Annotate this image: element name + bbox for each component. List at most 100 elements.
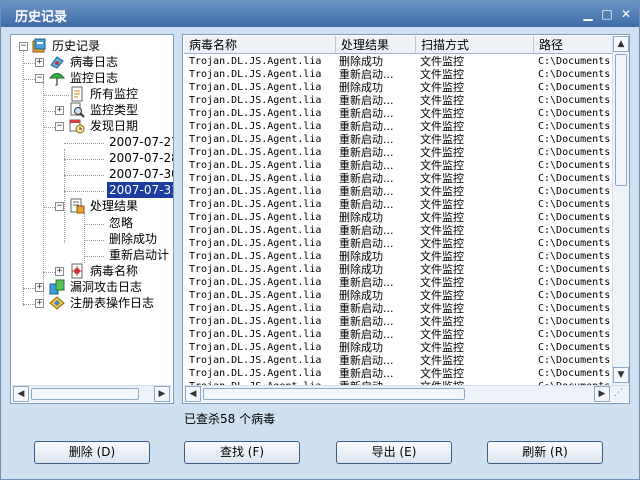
table-row[interactable]: Trojan.DL.JS.Agent.lia 重新启动... 文件监控 C:\Docu… bbox=[184, 328, 612, 341]
tree-node-date[interactable]: 2007-07-28 bbox=[11, 150, 173, 166]
table-row[interactable]: Trojan.DL.JS.Agent.lia 重新启动... 文件监控 C:\Docu… bbox=[184, 302, 612, 315]
tree-node-exploit-log[interactable]: + 漏洞攻击日志 bbox=[11, 279, 171, 295]
tree-node-found-date[interactable]: − 发现日期 bbox=[11, 118, 171, 134]
tree-horizontal-scrollbar[interactable]: ◀ ▶ bbox=[12, 385, 172, 402]
scroll-left-icon[interactable]: ◀ bbox=[13, 386, 29, 402]
table-row[interactable]: Trojan.DL.JS.Agent.lia 重新启动... 文件监控 C:\Docu… bbox=[184, 68, 612, 81]
column-header-path[interactable]: 路径 bbox=[534, 36, 612, 54]
find-button[interactable]: 查找 (F) bbox=[184, 441, 300, 464]
column-header-result[interactable]: 处理结果 bbox=[336, 36, 416, 54]
table-row[interactable]: Trojan.DL.JS.Agent.lia 删除成功 文件监控 C:\Documen… bbox=[184, 289, 612, 302]
cell-scan-method: 文件监控 bbox=[420, 107, 464, 120]
collapse-icon[interactable]: − bbox=[55, 202, 64, 211]
tree-node-date[interactable]: 2007-07-27 bbox=[11, 134, 173, 150]
scroll-up-icon[interactable]: ▲ bbox=[613, 36, 629, 52]
collapse-icon[interactable]: − bbox=[55, 122, 64, 131]
cell-result: 删除成功 bbox=[339, 211, 383, 224]
scroll-right-icon[interactable]: ▶ bbox=[594, 386, 610, 402]
table-row[interactable]: Trojan.DL.JS.Agent.lia 删除成功 文件监控 C:\Documen… bbox=[184, 211, 612, 224]
cell-virus-name: Trojan.DL.JS.Agent.lia bbox=[189, 290, 322, 301]
tree-node-monitor-type[interactable]: + 监控类型 bbox=[11, 102, 171, 118]
table-row[interactable]: Trojan.DL.JS.Agent.lia 重新启动... 文件监控 C:\Docu… bbox=[184, 276, 612, 289]
tree-node-result-item[interactable]: 删除成功 bbox=[11, 231, 171, 247]
expand-icon[interactable]: + bbox=[55, 267, 64, 276]
scroll-left-icon[interactable]: ◀ bbox=[185, 386, 201, 402]
scroll-right-icon[interactable]: ▶ bbox=[154, 386, 170, 402]
history-tree[interactable]: − 历史记录 + 病毒日志 − 监控日志 所有监控 + 监控类型 − 发现日期 … bbox=[10, 34, 174, 404]
tree-node-result-item[interactable]: 忽略 bbox=[11, 215, 171, 231]
cell-path: C:\Documents bbox=[538, 199, 611, 210]
title-bar[interactable]: 历史记录 ▁ □ ✕ bbox=[1, 1, 639, 27]
table-row[interactable]: Trojan.DL.JS.Agent.lia 删除成功 文件监控 C:\Documen… bbox=[184, 341, 612, 354]
collapse-icon[interactable]: − bbox=[35, 74, 44, 83]
expand-icon[interactable]: + bbox=[35, 283, 44, 292]
table-row[interactable]: Trojan.DL.JS.Agent.lia 重新启动... 文件监控 C:\Docu… bbox=[184, 94, 612, 107]
cell-path: C:\Documents bbox=[538, 316, 611, 327]
scroll-down-icon[interactable]: ▼ bbox=[613, 367, 629, 383]
tree-node-all-monitor[interactable]: 所有监控 bbox=[11, 86, 171, 102]
tree-node-monitor-log[interactable]: − 监控日志 bbox=[11, 70, 171, 86]
table-row[interactable]: Trojan.DL.JS.Agent.lia 重新启动... 文件监控 C:\Docu… bbox=[184, 172, 612, 185]
table-row[interactable]: Trojan.DL.JS.Agent.lia 重新启动... 文件监控 C:\Docu… bbox=[184, 133, 612, 146]
umbrella-icon bbox=[49, 73, 65, 86]
cell-result: 重新启动... bbox=[339, 94, 394, 107]
scroll-thumb[interactable] bbox=[615, 54, 627, 186]
table-row[interactable]: Trojan.DL.JS.Agent.lia 重新启动... 文件监控 C:\Docu… bbox=[184, 159, 612, 172]
column-header-virus-name[interactable]: 病毒名称 bbox=[184, 36, 336, 54]
table-row[interactable]: Trojan.DL.JS.Agent.lia 重新启动... 文件监控 C:\Docu… bbox=[184, 367, 612, 380]
tree-node-root[interactable]: − 历史记录 bbox=[11, 38, 171, 54]
table-row[interactable]: Trojan.DL.JS.Agent.lia 删除成功 文件监控 C:\Documen… bbox=[184, 250, 612, 263]
table-row[interactable]: Trojan.DL.JS.Agent.lia 重新启动... 文件监控 C:\Docu… bbox=[184, 120, 612, 133]
table-row[interactable]: Trojan.DL.JS.Agent.lia 重新启动... 文件监控 C:\Docu… bbox=[184, 315, 612, 328]
resize-grip-icon[interactable]: ⋰ bbox=[614, 388, 626, 400]
scroll-thumb[interactable] bbox=[203, 388, 465, 400]
table-row[interactable]: Trojan.DL.JS.Agent.lia 删除成功 文件监控 C:\Documen… bbox=[184, 81, 612, 94]
export-button[interactable]: 导出 (E) bbox=[336, 441, 452, 464]
expand-icon[interactable]: + bbox=[35, 299, 44, 308]
expand-icon[interactable]: + bbox=[55, 106, 64, 115]
cell-result: 重新启动... bbox=[339, 107, 394, 120]
table-row[interactable]: Trojan.DL.JS.Agent.lia 重新启动... 文件监控 C:\Docu… bbox=[184, 224, 612, 237]
cell-path: C:\Documents bbox=[538, 212, 611, 223]
virus-list[interactable]: 病毒名称 处理结果 扫描方式 路径 Trojan.DL.JS.Agent.lia… bbox=[182, 34, 630, 404]
cell-result: 重新启动... bbox=[339, 133, 394, 146]
cell-virus-name: Trojan.DL.JS.Agent.lia bbox=[189, 238, 322, 249]
table-row[interactable]: Trojan.DL.JS.Agent.lia 删除成功 文件监控 C:\Documen… bbox=[184, 55, 612, 68]
cell-virus-name: Trojan.DL.JS.Agent.lia bbox=[189, 82, 322, 93]
tree-node-result[interactable]: − 处理结果 bbox=[11, 198, 171, 214]
table-row[interactable]: Trojan.DL.JS.Agent.lia 重新启动... 文件监控 C:\Docu… bbox=[184, 354, 612, 367]
list-vertical-scrollbar[interactable]: ▲ ▼ bbox=[612, 36, 629, 385]
table-row[interactable]: Trojan.DL.JS.Agent.lia 重新启动... 文件监控 C:\Docu… bbox=[184, 198, 612, 211]
close-button[interactable]: ✕ bbox=[618, 6, 634, 22]
cell-path: C:\Documents bbox=[538, 329, 611, 340]
table-row[interactable]: Trojan.DL.JS.Agent.lia 重新启动... 文件监控 C:\Docu… bbox=[184, 185, 612, 198]
tree-node-virus-name[interactable]: + 病毒名称 bbox=[11, 263, 171, 279]
scroll-thumb[interactable] bbox=[31, 388, 139, 400]
collapse-icon[interactable]: − bbox=[19, 42, 28, 51]
table-row[interactable]: Trojan.DL.JS.Agent.lia 重新启动... 文件监控 C:\Docu… bbox=[184, 237, 612, 250]
cell-result: 重新启动... bbox=[339, 276, 394, 289]
tree-node-date-selected[interactable]: 2007-07-31 bbox=[11, 182, 173, 198]
delete-button[interactable]: 删除 (D) bbox=[34, 441, 150, 464]
column-header-scan-method[interactable]: 扫描方式 bbox=[416, 36, 534, 54]
cell-scan-method: 文件监控 bbox=[420, 263, 464, 276]
minimize-button[interactable]: ▁ bbox=[580, 6, 596, 22]
tree-node-registry-log[interactable]: + 注册表操作日志 bbox=[11, 295, 171, 311]
tree-node-result-item[interactable]: 重新启动计 bbox=[11, 247, 171, 263]
cell-virus-name: Trojan.DL.JS.Agent.lia bbox=[189, 56, 322, 67]
cell-scan-method: 文件监控 bbox=[420, 55, 464, 68]
maximize-button[interactable]: □ bbox=[599, 6, 615, 22]
table-row[interactable]: Trojan.DL.JS.Agent.lia 重新启动... 文件监控 C:\Docu… bbox=[184, 107, 612, 120]
cell-scan-method: 文件监控 bbox=[420, 68, 464, 81]
cell-virus-name: Trojan.DL.JS.Agent.lia bbox=[189, 368, 322, 379]
tree-label-registry-log: 注册表操作日志 bbox=[70, 296, 155, 310]
refresh-button[interactable]: 刷新 (R) bbox=[487, 441, 603, 464]
expand-icon[interactable]: + bbox=[35, 58, 44, 67]
table-row[interactable]: Trojan.DL.JS.Agent.lia 重新启动... 文件监控 C:\Docu… bbox=[184, 146, 612, 159]
list-horizontal-scrollbar[interactable]: ◀ ▶ ⋰ bbox=[184, 385, 629, 402]
cell-scan-method: 文件监控 bbox=[420, 341, 464, 354]
cell-scan-method: 文件监控 bbox=[420, 133, 464, 146]
tree-node-date[interactable]: 2007-07-30 bbox=[11, 166, 173, 182]
table-row[interactable]: Trojan.DL.JS.Agent.lia 删除成功 文件监控 C:\Documen… bbox=[184, 263, 612, 276]
tree-node-virus-log[interactable]: + 病毒日志 bbox=[11, 54, 171, 70]
